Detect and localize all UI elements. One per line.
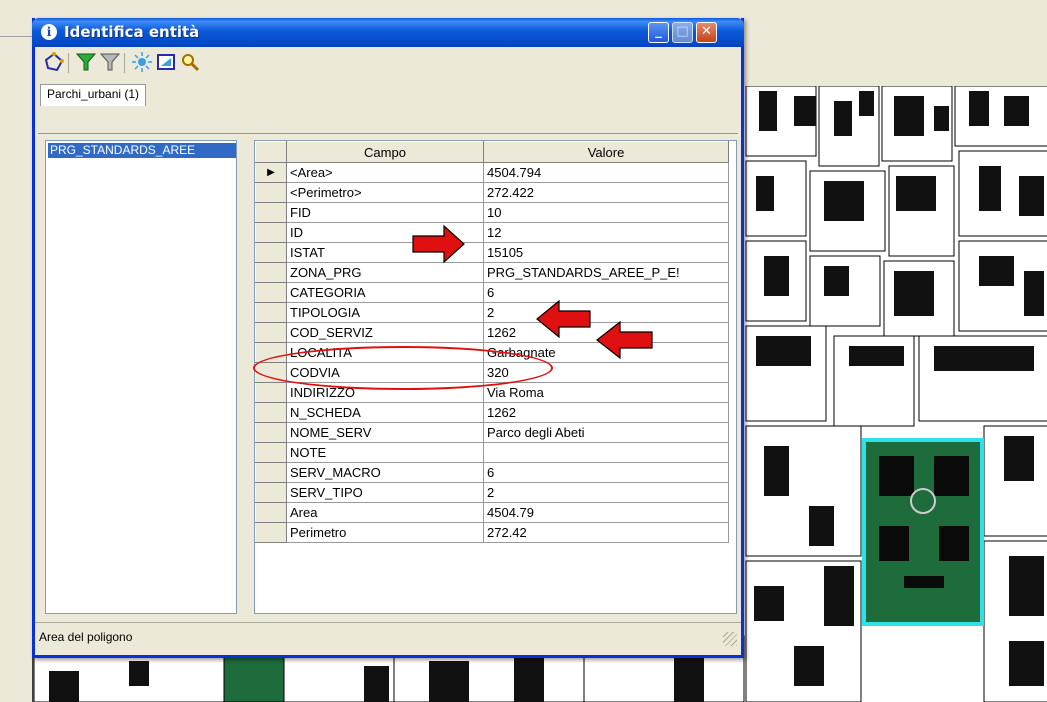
field-value-cell[interactable]: 4504.79 <box>483 502 729 523</box>
table-row[interactable]: Perimetro 272.42 <box>255 522 729 543</box>
identify-polygon-icon[interactable] <box>43 51 65 73</box>
tab-parchi-urbani[interactable]: Parchi_urbani (1) <box>40 84 147 106</box>
field-value-cell[interactable]: 272.42 <box>483 522 729 543</box>
field-name-cell[interactable]: SERV_TIPO <box>286 482 484 503</box>
toolbar-separator <box>124 53 125 73</box>
field-name-cell[interactable]: ZONA_PRG <box>286 262 484 283</box>
table-row[interactable]: ISTAT 15105 <box>255 242 729 263</box>
field-name-cell[interactable]: TIPOLOGIA <box>286 302 484 323</box>
app-toolbar <box>742 36 1047 88</box>
field-value-cell[interactable] <box>483 442 729 463</box>
field-name-cell[interactable]: SERV_MACRO <box>286 462 484 483</box>
row-selector[interactable] <box>255 462 287 483</box>
info-icon: i <box>41 24 57 40</box>
table-row[interactable]: ▶ <Area> 4504.794 <box>255 162 729 183</box>
row-selector[interactable] <box>255 182 287 203</box>
field-name-cell[interactable]: COD_SERVIZ <box>286 322 484 343</box>
field-value-cell[interactable]: 6 <box>483 462 729 483</box>
field-value-cell[interactable]: 10 <box>483 202 729 223</box>
row-selector[interactable] <box>255 422 287 443</box>
filter-gray-icon[interactable] <box>99 51 121 73</box>
table-row[interactable]: Area 4504.79 <box>255 502 729 523</box>
column-header-valore[interactable]: Valore <box>483 141 729 163</box>
field-name-cell[interactable]: NOTE <box>286 442 484 463</box>
row-selector[interactable] <box>255 402 287 423</box>
maximize-button[interactable]: □ <box>672 22 693 43</box>
red-arrow-right-icon <box>412 224 465 264</box>
field-name-cell[interactable]: <Perimetro> <box>286 182 484 203</box>
row-selector[interactable] <box>255 262 287 283</box>
filter-green-icon[interactable] <box>75 51 97 73</box>
field-value-cell[interactable]: 6 <box>483 282 729 303</box>
field-value-cell[interactable]: 15105 <box>483 242 729 263</box>
feature-tree[interactable]: PRG_STANDARDS_AREE <box>45 140 237 614</box>
table-row[interactable]: FID 10 <box>255 202 729 223</box>
field-name-cell[interactable]: <Area> <box>286 162 484 183</box>
row-selector[interactable] <box>255 242 287 263</box>
grid-header-row: Campo Valore <box>255 141 729 163</box>
row-selector[interactable] <box>255 502 287 523</box>
row-selector[interactable] <box>255 482 287 503</box>
zoom-to-feature-icon[interactable] <box>155 51 177 73</box>
table-row[interactable]: ID 12 <box>255 222 729 243</box>
pan-to-feature-icon[interactable] <box>179 51 201 73</box>
field-name-cell[interactable]: NOME_SERV <box>286 422 484 443</box>
field-name-cell[interactable]: Perimetro <box>286 522 484 543</box>
window-title: Identifica entità <box>64 23 200 41</box>
minimize-button[interactable]: _ <box>648 22 669 43</box>
field-name-cell[interactable]: Area <box>286 502 484 523</box>
row-selector-header <box>255 141 287 163</box>
table-row[interactable]: <Perimetro> 272.422 <box>255 182 729 203</box>
field-name-cell[interactable]: FID <box>286 202 484 223</box>
table-row[interactable]: SERV_TIPO 2 <box>255 482 729 503</box>
field-value-cell[interactable]: PRG_STANDARDS_AREE_P_E! <box>483 262 729 283</box>
resize-grip-icon[interactable] <box>723 632 737 646</box>
row-selector[interactable] <box>255 442 287 463</box>
field-name-cell[interactable]: CATEGORIA <box>286 282 484 303</box>
field-value-cell[interactable]: 1262 <box>483 402 729 423</box>
table-row[interactable]: NOME_SERV Parco degli Abeti <box>255 422 729 443</box>
row-selector[interactable] <box>255 222 287 243</box>
red-arrow-left-icon <box>536 300 591 338</box>
field-value-cell[interactable]: 12 <box>483 222 729 243</box>
field-name-cell[interactable]: N_SCHEDA <box>286 402 484 423</box>
table-row[interactable]: NOTE <box>255 442 729 463</box>
red-arrow-left-icon <box>596 320 653 360</box>
table-row[interactable]: TIPOLOGIA 2 <box>255 302 729 323</box>
status-bar: Area del poligono <box>35 622 741 650</box>
status-text: Area del poligono <box>39 630 133 644</box>
red-highlight-ellipse <box>253 346 553 390</box>
feature-list-item[interactable]: PRG_STANDARDS_AREE <box>48 143 236 158</box>
field-value-cell[interactable]: Via Roma <box>483 382 729 403</box>
table-row[interactable]: CATEGORIA 6 <box>255 282 729 303</box>
toolbar-separator <box>68 53 69 73</box>
row-selector[interactable] <box>255 322 287 343</box>
table-row[interactable]: ZONA_PRG PRG_STANDARDS_AREE_P_E! <box>255 262 729 283</box>
table-row[interactable]: SERV_MACRO 6 <box>255 462 729 483</box>
field-value-cell[interactable]: 4504.794 <box>483 162 729 183</box>
column-header-campo[interactable]: Campo <box>286 141 484 163</box>
field-value-cell[interactable]: 2 <box>483 482 729 503</box>
row-selector[interactable] <box>255 382 287 403</box>
row-selector[interactable] <box>255 282 287 303</box>
close-button[interactable]: ✕ <box>696 22 717 43</box>
row-selector[interactable] <box>255 522 287 543</box>
tab-divider <box>38 133 738 134</box>
table-row[interactable]: N_SCHEDA 1262 <box>255 402 729 423</box>
row-selector[interactable] <box>255 302 287 323</box>
highlight-feature-icon[interactable] <box>131 51 153 73</box>
current-row-indicator-icon[interactable]: ▶ <box>255 162 287 183</box>
field-value-cell[interactable]: 272.422 <box>483 182 729 203</box>
table-row[interactable]: COD_SERVIZ 1262 <box>255 322 729 343</box>
row-selector[interactable] <box>255 202 287 223</box>
field-value-cell[interactable]: Parco degli Abeti <box>483 422 729 443</box>
title-bar[interactable]: i Identifica entità _ □ ✕ <box>32 18 744 47</box>
